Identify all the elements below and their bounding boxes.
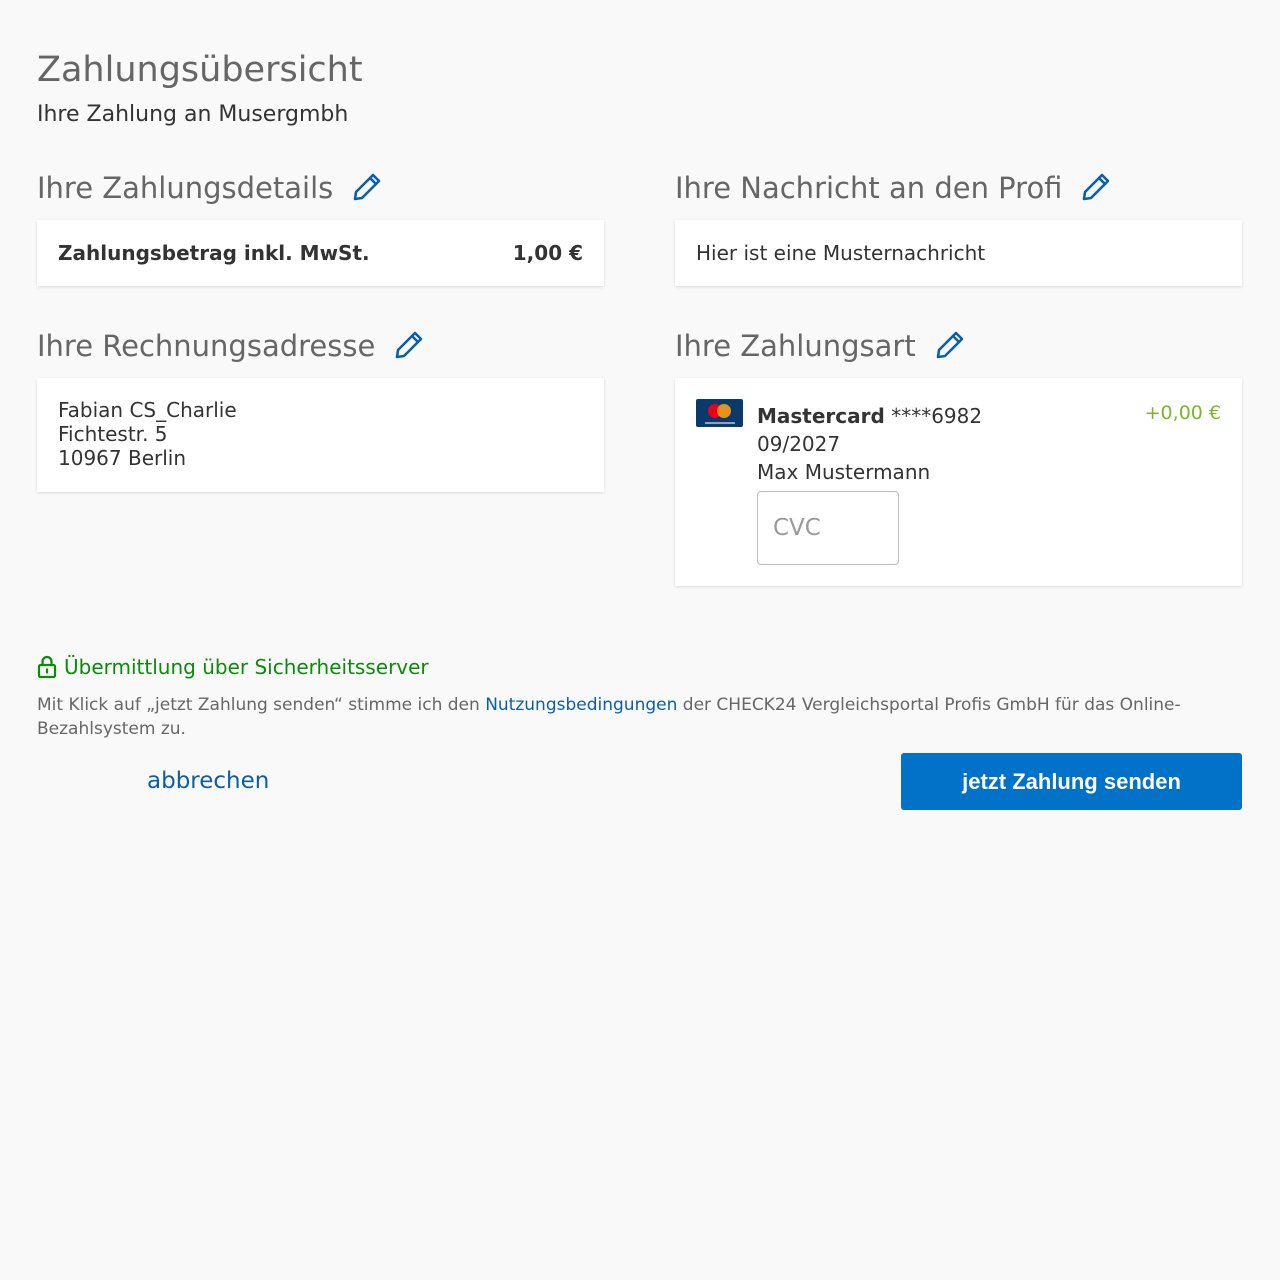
payment-details-section: Ihre Zahlungsdetails Zahlungsbetrag inkl… (37, 168, 604, 286)
edit-payment-method-pencil-icon[interactable] (934, 329, 968, 363)
payment-details-title: Ihre Zahlungsdetails (37, 171, 334, 205)
card-masked-number: ****6982 (891, 404, 983, 428)
message-card: Hier ist eine Musternachricht (675, 220, 1242, 286)
payment-method-section: Ihre Zahlungsart Mastercard ****6982 09/… (675, 326, 1242, 586)
payment-fee: +0,00 € (1144, 402, 1221, 424)
page-subtitle: Ihre Zahlung an Musergmbh (37, 102, 349, 127)
terms-link[interactable]: Nutzungsbedingungen (485, 695, 677, 715)
payment-method-title: Ihre Zahlungsart (675, 329, 916, 363)
address-city: 10967 Berlin (58, 446, 187, 470)
card-expiry: 09/2027 (757, 432, 841, 456)
mastercard-wordmark-bar (705, 422, 735, 424)
edit-payment-details-pencil-icon[interactable] (351, 171, 385, 205)
payment-details-header: Ihre Zahlungsdetails (37, 168, 604, 208)
cancel-link[interactable]: abbrechen (147, 768, 269, 794)
message-header: Ihre Nachricht an den Profi (675, 168, 1242, 208)
security-note: Übermittlung über Sicherheitsserver (37, 655, 429, 679)
message-title: Ihre Nachricht an den Profi (675, 171, 1063, 205)
address-street: Fichtestr. 5 (58, 422, 168, 446)
billing-address-section: Ihre Rechnungsadresse Fabian CS_Charlie … (37, 326, 604, 492)
page-title: Zahlungsübersicht (37, 50, 363, 90)
edit-message-pencil-icon[interactable] (1080, 171, 1114, 205)
amount-label: Zahlungsbetrag inkl. MwSt. (58, 241, 370, 265)
terms-text: Mit Klick auf „jetzt Zahlung senden“ sti… (37, 693, 1242, 741)
payment-overview-page: Zahlungsübersicht Ihre Zahlung an Muserg… (0, 0, 1280, 1280)
amount-value: 1,00 € (512, 241, 583, 265)
lock-icon (37, 655, 57, 679)
address-name: Fabian CS_Charlie (58, 398, 237, 422)
card-holder: Max Mustermann (757, 460, 931, 484)
edit-billing-address-pencil-icon[interactable] (393, 329, 427, 363)
payment-method-card: Mastercard ****6982 09/2027 Max Musterma… (675, 378, 1242, 586)
billing-address-card: Fabian CS_Charlie Fichtestr. 5 10967 Ber… (37, 378, 604, 492)
mastercard-yellow-circle (717, 404, 731, 418)
card-info: Mastercard ****6982 09/2027 Max Musterma… (757, 402, 982, 486)
billing-address-title: Ihre Rechnungsadresse (37, 329, 376, 363)
mastercard-logo-icon (696, 399, 743, 427)
message-section: Ihre Nachricht an den Profi Hier ist ein… (675, 168, 1242, 286)
message-text: Hier ist eine Musternachricht (696, 241, 986, 265)
security-text: Übermittlung über Sicherheitsserver (64, 655, 429, 679)
payment-method-header: Ihre Zahlungsart (675, 326, 1242, 366)
terms-before: Mit Klick auf „jetzt Zahlung senden“ sti… (37, 695, 486, 715)
submit-payment-button[interactable]: jetzt Zahlung senden (901, 753, 1242, 810)
cvc-input[interactable] (757, 491, 899, 565)
billing-address-header: Ihre Rechnungsadresse (37, 326, 604, 366)
card-brand: Mastercard (757, 404, 885, 428)
card-brand-number: Mastercard ****6982 (757, 402, 982, 430)
payment-amount-card: Zahlungsbetrag inkl. MwSt. 1,00 € (37, 220, 604, 286)
